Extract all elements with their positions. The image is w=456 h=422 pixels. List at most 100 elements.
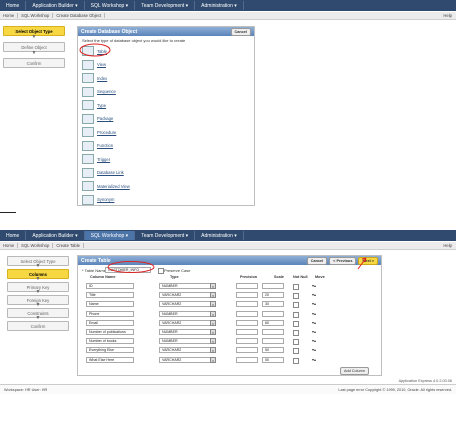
object-type-item[interactable]: Synonym: [82, 194, 114, 205]
column-type-select[interactable]: VARCHAR2: [159, 356, 215, 363]
scale-input[interactable]: 50: [262, 347, 284, 354]
object-type-item[interactable]: Sequence: [82, 86, 116, 97]
object-type-label[interactable]: Package: [97, 116, 113, 121]
move-arrows-icon[interactable]: ▾▴: [312, 301, 316, 306]
precision-input[interactable]: [236, 292, 258, 299]
type-dropdown-icon[interactable]: ▾: [210, 338, 216, 345]
move-arrows-icon[interactable]: ▾▴: [312, 347, 316, 352]
column-name-input[interactable]: Everything Else: [86, 347, 134, 354]
object-type-item[interactable]: Type: [82, 100, 106, 110]
tab-administration[interactable]: Administration ▾: [195, 1, 244, 10]
not-null-checkbox[interactable]: [293, 302, 299, 309]
column-name-input[interactable]: Number of publications: [86, 329, 134, 335]
help-link[interactable]: Help: [440, 13, 456, 18]
not-null-checkbox[interactable]: [293, 339, 299, 346]
tab-team-development[interactable]: Team Development ▾: [135, 231, 196, 240]
precision-input[interactable]: [236, 347, 258, 354]
cancel-button[interactable]: Cancel: [306, 256, 328, 265]
crumb-home[interactable]: Home: [0, 13, 19, 18]
column-type-select[interactable]: VARCHAR2: [159, 292, 215, 299]
type-dropdown-icon[interactable]: ▾: [210, 329, 216, 335]
scale-input[interactable]: 30: [262, 301, 284, 308]
precision-input[interactable]: [236, 301, 258, 308]
type-dropdown-icon[interactable]: ▾: [210, 356, 216, 363]
tab-sql-workshop[interactable]: SQL Workshop ▾: [85, 1, 136, 10]
crumb-sql-workshop[interactable]: SQL Workshop: [18, 13, 54, 18]
crumb-sql-workshop[interactable]: SQL Workshop: [18, 243, 54, 248]
column-type-select[interactable]: VARCHAR2: [159, 301, 215, 308]
crumb-home[interactable]: Home: [0, 243, 19, 248]
tab-application-builder[interactable]: Application Builder ▾: [26, 231, 85, 240]
precision-input[interactable]: [236, 329, 258, 335]
add-column-button[interactable]: Add Column: [340, 367, 369, 375]
move-arrows-icon[interactable]: ▾▴: [312, 283, 316, 288]
not-null-checkbox[interactable]: [293, 293, 299, 300]
tab-sql-workshop[interactable]: SQL Workshop ▾: [84, 231, 136, 240]
object-type-item[interactable]: Function: [82, 140, 113, 151]
tab-home[interactable]: Home: [0, 231, 27, 240]
column-name-input[interactable]: Email: [86, 319, 134, 326]
object-type-label[interactable]: Function: [97, 143, 113, 148]
move-arrows-icon[interactable]: ▾▴: [312, 320, 316, 325]
object-type-item[interactable]: Database Link: [82, 167, 124, 178]
not-null-checkbox[interactable]: [293, 348, 299, 355]
not-null-checkbox[interactable]: [293, 357, 299, 364]
object-type-item[interactable]: Index: [82, 73, 107, 83]
column-type-select[interactable]: NUMBER: [159, 283, 215, 289]
move-arrows-icon[interactable]: ▾▴: [312, 292, 316, 297]
column-type-select[interactable]: NUMBER: [159, 338, 215, 345]
tab-team-development[interactable]: Team Development ▾: [135, 1, 196, 10]
help-link[interactable]: Help: [440, 243, 456, 248]
object-type-label[interactable]: Type: [97, 103, 106, 108]
object-type-item[interactable]: Trigger: [82, 154, 110, 164]
column-name-input[interactable]: ID: [86, 283, 134, 289]
object-type-label[interactable]: Procedure: [97, 130, 116, 135]
object-type-label[interactable]: View: [97, 62, 106, 67]
not-null-checkbox[interactable]: [293, 320, 299, 327]
precision-input[interactable]: [236, 356, 258, 363]
scale-input[interactable]: [262, 283, 284, 289]
object-type-label[interactable]: Sequence: [97, 89, 116, 94]
type-dropdown-icon[interactable]: ▾: [210, 310, 216, 317]
column-name-input[interactable]: Title: [86, 292, 134, 299]
object-type-label[interactable]: Materialized View: [97, 184, 130, 189]
precision-input[interactable]: [236, 338, 258, 345]
type-dropdown-icon[interactable]: ▾: [210, 319, 216, 326]
object-type-item[interactable]: Package: [82, 113, 113, 124]
cancel-button[interactable]: Cancel: [230, 27, 251, 36]
not-null-checkbox[interactable]: [293, 284, 299, 290]
not-null-checkbox[interactable]: [293, 311, 299, 318]
move-arrows-icon[interactable]: ▾▴: [312, 311, 316, 316]
tab-home[interactable]: Home: [0, 1, 27, 10]
object-type-item[interactable]: Procedure: [82, 127, 116, 137]
precision-input[interactable]: [236, 283, 258, 289]
type-dropdown-icon[interactable]: ▾: [210, 292, 216, 299]
scale-input[interactable]: 50: [262, 356, 284, 363]
object-type-label[interactable]: Index: [97, 76, 107, 81]
scale-input[interactable]: [262, 338, 284, 345]
precision-input[interactable]: [236, 319, 258, 326]
precision-input[interactable]: [236, 310, 258, 317]
column-type-select[interactable]: VARCHAR2: [159, 347, 215, 354]
type-dropdown-icon[interactable]: ▾: [210, 347, 216, 354]
previous-button[interactable]: < Previous: [329, 256, 357, 265]
column-type-select[interactable]: NUMBER: [159, 310, 215, 317]
tab-administration[interactable]: Administration ▾: [195, 231, 244, 240]
scale-input[interactable]: [262, 329, 284, 335]
scale-input[interactable]: 20: [262, 292, 284, 299]
column-name-input[interactable]: Phone: [86, 310, 134, 317]
object-type-item[interactable]: View: [82, 59, 106, 70]
move-arrows-icon[interactable]: ▾▴: [312, 338, 316, 343]
scale-input[interactable]: 60: [262, 319, 284, 326]
tab-application-builder[interactable]: Application Builder ▾: [26, 1, 85, 10]
type-dropdown-icon[interactable]: ▾: [210, 283, 216, 289]
not-null-checkbox[interactable]: [293, 330, 299, 336]
column-name-input[interactable]: What Else Here: [86, 356, 134, 363]
scale-input[interactable]: [262, 310, 284, 317]
column-name-input[interactable]: Name: [86, 301, 134, 308]
move-arrows-icon[interactable]: ▾▴: [312, 329, 316, 334]
type-dropdown-icon[interactable]: ▾: [210, 301, 216, 308]
object-type-label[interactable]: Trigger: [97, 157, 110, 162]
move-arrows-icon[interactable]: ▾▴: [312, 357, 316, 362]
column-type-select[interactable]: VARCHAR2: [159, 319, 215, 326]
